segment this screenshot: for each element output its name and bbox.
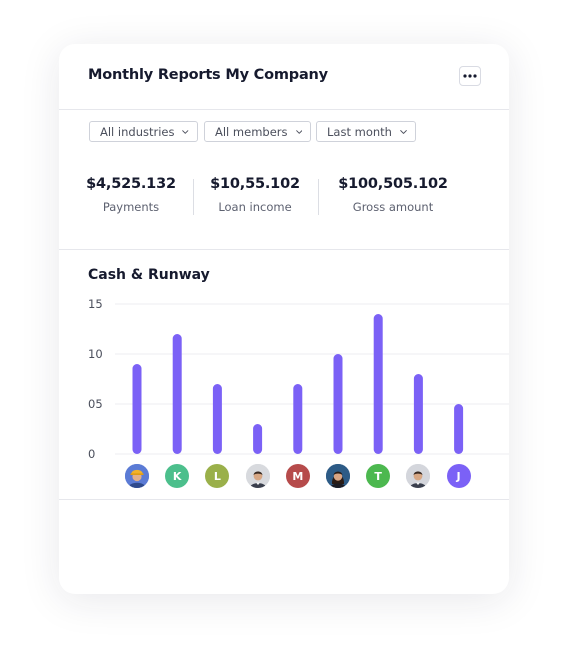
chart-bar[interactable] [253,424,263,454]
member-avatar-letter[interactable]: T [366,464,391,488]
chart-bar[interactable] [172,334,182,454]
monthly-reports-card: Monthly Reports My Company All industrie… [59,44,509,594]
member-avatar-photo[interactable] [125,464,149,488]
y-tick-label: 10 [88,347,103,361]
y-tick-label: 0 [88,447,95,461]
member-avatar-photo[interactable] [326,464,350,488]
member-avatar-photo[interactable] [245,464,270,488]
y-tick-label: 05 [88,397,103,411]
chart-bottom-divider [59,499,509,500]
chart-bar[interactable] [373,314,383,454]
member-avatar-letter[interactable]: M [285,464,310,488]
chart-bar[interactable] [132,364,142,454]
member-avatar-letter[interactable]: J [446,464,471,488]
chart-bar[interactable] [333,354,343,454]
chart-bar[interactable] [454,404,464,454]
avatar-man-icon [245,464,270,488]
chart-bar[interactable] [413,374,423,454]
chart-bar[interactable] [293,384,303,454]
member-avatar-letter[interactable]: K [165,464,190,488]
avatar-woman-icon [326,464,350,488]
chart-bar[interactable] [212,384,222,454]
y-tick-label: 15 [88,297,103,311]
avatar-worker-icon [125,464,149,488]
cash-runway-chart: 15 10 05 0 [88,297,509,461]
